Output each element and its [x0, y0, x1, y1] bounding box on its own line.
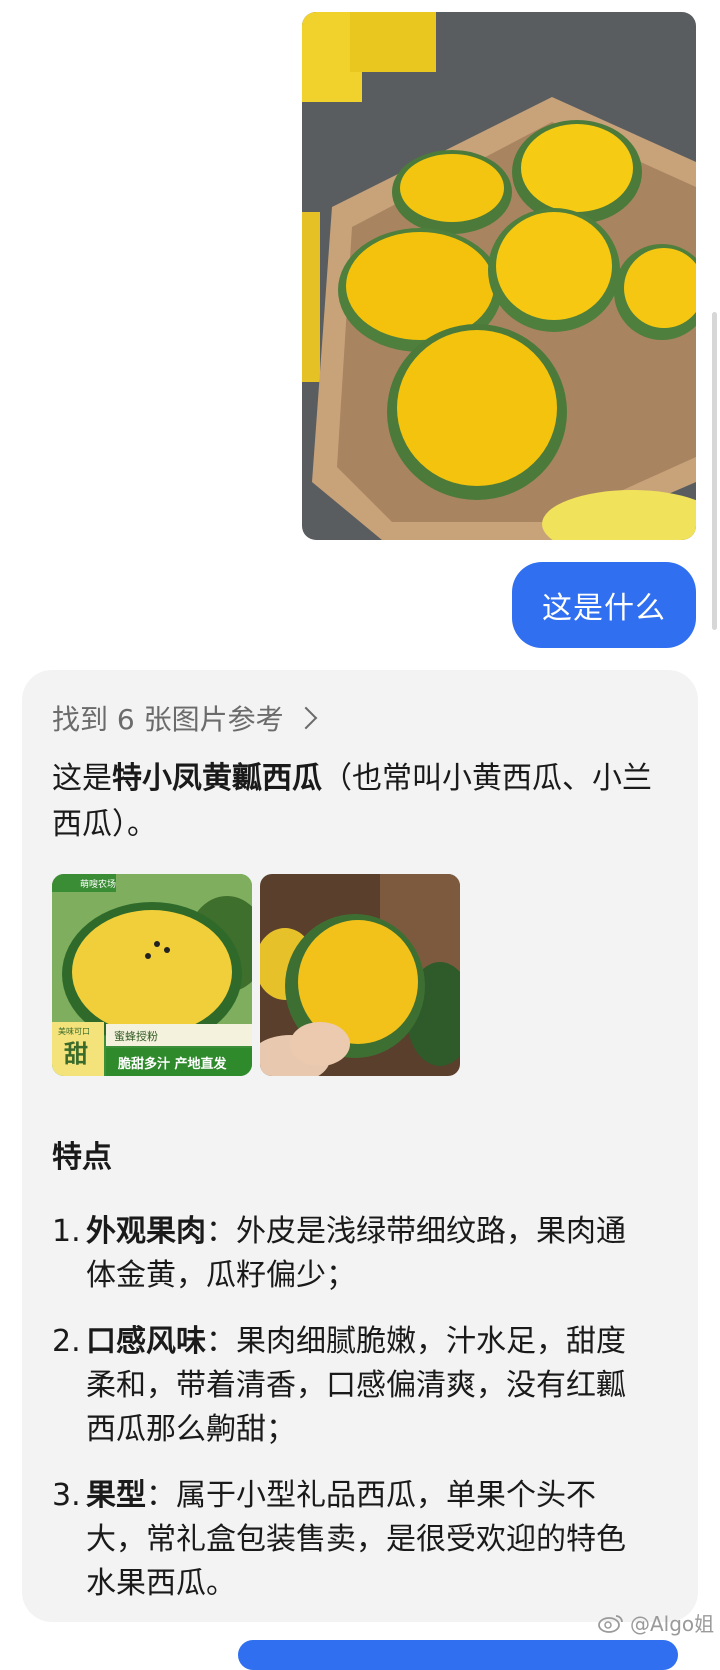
watermark-text: @Algo姐 — [630, 1612, 715, 1636]
reference-image-1[interactable]: 萌嗖农场 美味可口 甜 蜜蜂授粉 脆甜多汁 产地直发 — [52, 874, 252, 1076]
weibo-logo-icon — [598, 1614, 623, 1633]
watermelon-product-photo-icon: 萌嗖农场 美味可口 甜 蜜蜂授粉 脆甜多汁 产地直发 — [52, 874, 252, 1076]
answer-intro: 这是特小凤黄瓤西瓜（也常叫小黄西瓜、小兰西瓜）。 — [52, 756, 652, 848]
image-references-link[interactable]: 找到 6 张图片参考 — [52, 696, 317, 740]
image-references-label: 找到 6 张图片参考 — [52, 703, 284, 736]
intro-prefix: 这是 — [52, 761, 112, 796]
feature-item: 1. 外观果肉：外皮是浅绿带细纹路，果肉通体金黄，瓜籽偏少； — [52, 1210, 652, 1298]
scrollbar[interactable] — [712, 312, 717, 630]
watermark: @Algo姐 — [598, 1608, 714, 1637]
thumb-brand: 萌嗖农场 — [80, 878, 116, 890]
user-message-bubble[interactable]: 这是什么 — [512, 562, 696, 648]
feature-name: 果型 — [86, 1478, 146, 1513]
feature-number: 1. — [52, 1214, 81, 1249]
feature-item: 2. 口感风味：果肉细腻脆嫩，汁水足，甜度柔和，带着清香，口感偏清爽，没有红瓤西… — [52, 1320, 652, 1452]
features-list: 1. 外观果肉：外皮是浅绿带细纹路，果肉通体金黄，瓜籽偏少； 2. 口感风味：果… — [52, 1210, 652, 1628]
user-uploaded-photo[interactable] — [302, 12, 696, 540]
feature-name: 口感风味 — [86, 1324, 206, 1359]
thumb-badge-main: 甜 — [64, 1040, 88, 1068]
thumb-tag: 蜜蜂授粉 — [114, 1029, 158, 1043]
feature-number: 3. — [52, 1478, 81, 1513]
photo-yellow-watermelons-icon — [302, 12, 696, 540]
feature-name: 外观果肉 — [86, 1214, 206, 1249]
feature-number: 2. — [52, 1324, 81, 1359]
thumb-slogan: 脆甜多汁 产地直发 — [117, 1056, 228, 1072]
thumb-badge-top: 美味可口 — [58, 1026, 90, 1036]
feature-text: ：属于小型礼品西瓜，单果个头不大，常礼盒包装售卖，是很受欢迎的特色水果西瓜。 — [86, 1478, 626, 1601]
reference-image-2[interactable] — [260, 874, 460, 1076]
feature-item: 3. 果型：属于小型礼品西瓜，单果个头不大，常礼盒包装售卖，是很受欢迎的特色水果… — [52, 1474, 652, 1606]
bottom-action-button[interactable] — [238, 1640, 678, 1670]
chevron-right-icon — [294, 706, 317, 730]
features-heading: 特点 — [52, 1140, 112, 1175]
photo-hand-holding-watermelon-icon — [260, 874, 460, 1076]
intro-highlight: 特小凤黄瓤西瓜 — [112, 761, 322, 796]
